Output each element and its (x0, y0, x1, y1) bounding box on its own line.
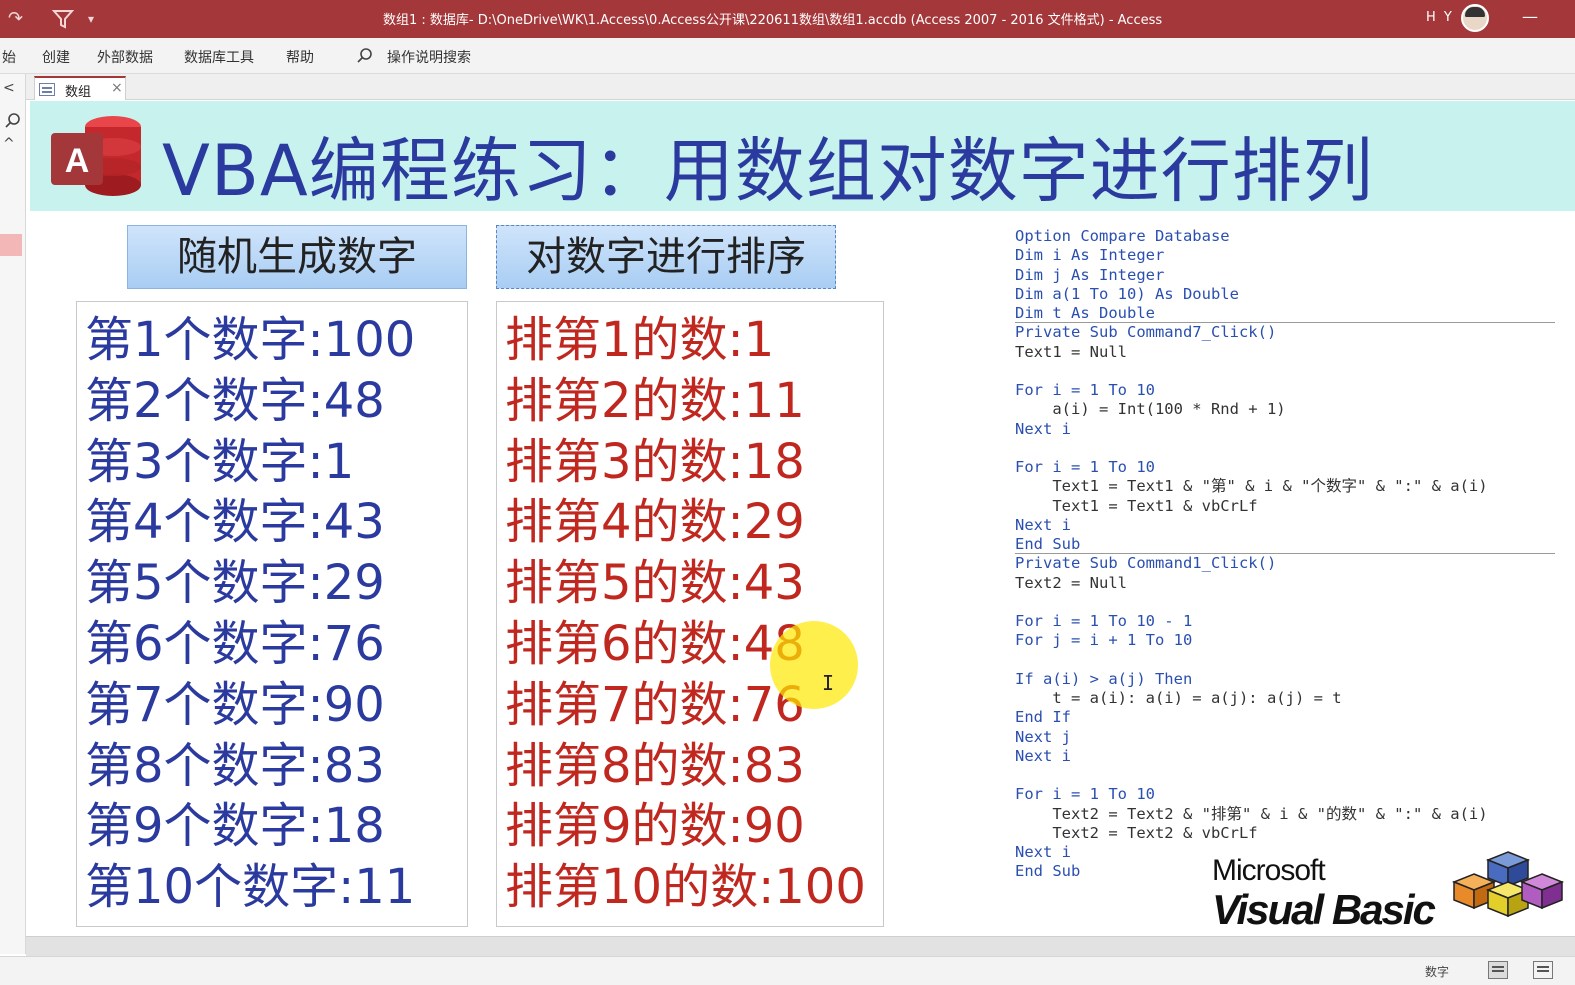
code-line: For j = i + 1 To 10 (1015, 631, 1193, 650)
text2-line: 排第2的数:11 (505, 372, 805, 429)
svg-text:A: A (65, 142, 90, 180)
code-line: Dim a(1 To 10) As Double (1015, 284, 1239, 303)
code-line: Next i (1015, 746, 1071, 765)
code-line: Text1 = Text1 & "第" & i & "个数字" & ":" & … (1015, 477, 1488, 496)
code-line: Private Sub Command7_Click() (1015, 323, 1277, 342)
code-line: Text1 = Null (1015, 342, 1127, 361)
form-view-icon[interactable] (1488, 961, 1508, 979)
code-line: End If (1015, 708, 1071, 727)
text1-random-numbers[interactable]: 第1个数字:100 第2个数字:48 第3个数字:1 第4个数字:43 第5个数… (76, 301, 468, 927)
status-bar: 数字 (0, 956, 1575, 985)
code-line: Dim i As Integer (1015, 246, 1165, 265)
document-tab-bar: 数组 × (26, 74, 1575, 100)
code-line: Dim t As Double (1015, 304, 1555, 324)
code-line: End Sub (1015, 535, 1555, 555)
tab-help[interactable]: 帮助 (286, 47, 314, 67)
tab-create[interactable]: 创建 (42, 47, 70, 67)
text2-line: 排第10的数:100 (505, 859, 866, 916)
vba-code-listing: Option Compare Database Dim i As Integer… (1015, 227, 1555, 882)
nav-object-marker[interactable] (0, 234, 22, 256)
code-line: Text2 = Null (1015, 573, 1127, 592)
text2-line: 排第1的数:1 (505, 312, 775, 368)
code-line: Dim j As Integer (1015, 265, 1165, 284)
text1-line: 第3个数字:1 (85, 433, 355, 490)
text2-sorted-numbers[interactable]: 排第1的数:1 排第2的数:11 排第3的数:18 排第4的数:29 排第5的数… (496, 301, 884, 927)
layout-view-icon[interactable] (1533, 961, 1553, 979)
code-line: Private Sub Command1_Click() (1015, 554, 1277, 573)
minimize-button[interactable]: — (1520, 7, 1540, 26)
code-line: For i = 1 To 10 - 1 (1015, 612, 1193, 630)
text2-line: 排第4的数:29 (505, 494, 805, 551)
text1-line: 第2个数字:48 (85, 372, 385, 429)
chevron-left-icon[interactable]: < (3, 80, 15, 96)
code-line: For i = 1 To 10 (1015, 785, 1155, 804)
code-line: Text2 = Text2 & "排第" & i & "的数" & ":" & … (1015, 804, 1488, 823)
code-line: Next j (1015, 727, 1071, 746)
vb-logo-product: Visual Basic (1212, 886, 1436, 933)
form-view: A VBA编程练习：用数组对数字进行排列 随机生成数字 对数字进行排序 第1个数… (30, 101, 1575, 936)
text1-line: 第10个数字:11 (85, 859, 416, 916)
document-tab[interactable]: 数组 × (34, 76, 126, 100)
avatar[interactable] (1461, 4, 1489, 32)
code-line: Next i (1015, 515, 1071, 534)
code-line: For i = 1 To 10 (1015, 381, 1155, 399)
text1-line: 第5个数字:29 (85, 555, 385, 612)
form-title: VBA编程练习：用数组对数字进行排列 (162, 130, 1374, 212)
code-line: a(i) = Int(100 * Rnd + 1) (1015, 400, 1286, 419)
vb-cubes-icon (1451, 851, 1565, 918)
text1-line: 第7个数字:90 (85, 676, 385, 733)
title-bar: ↷ ▾ 数组1 : 数据库- D:\OneDrive\WK\1.Access\0… (0, 0, 1575, 38)
close-icon[interactable]: × (111, 80, 123, 96)
cursor-highlight (770, 621, 858, 709)
tell-me-search[interactable]: 操作说明搜索 (387, 47, 471, 67)
code-line: t = a(i): a(i) = a(j): a(j) = t (1015, 689, 1342, 707)
customize-toolbar-icon[interactable]: ▾ (88, 12, 94, 26)
filter-icon[interactable] (52, 8, 74, 30)
code-line: Option Compare Database (1015, 227, 1230, 245)
text2-line: 排第5的数:43 (505, 555, 805, 612)
tab-database-tools[interactable]: 数据库工具 (184, 47, 254, 67)
visual-basic-logo: Microsoft Visual Basic (1210, 846, 1570, 936)
user-initials: H Y (1426, 10, 1454, 25)
text1-line: 第6个数字:76 (85, 615, 385, 672)
code-line: For i = 1 To 10 (1015, 458, 1155, 476)
text2-line: 排第8的数:83 (505, 737, 805, 794)
document-tab-label: 数组 (65, 85, 92, 100)
redo-icon[interactable]: ↷ (8, 8, 23, 29)
access-logo-icon: A (51, 116, 141, 196)
navigation-pane-collapsed[interactable]: < ^ (0, 74, 26, 954)
text1-line: 第8个数字:83 (85, 737, 385, 794)
text1-line: 第1个数字:100 (85, 312, 416, 368)
chevron-up-icon[interactable]: ^ (3, 136, 15, 152)
text2-line: 排第3的数:18 (505, 433, 805, 490)
code-line: Text2 = Text2 & vbCrLf (1015, 823, 1258, 842)
vb-logo-company: Microsoft (1212, 854, 1326, 887)
code-line: Text1 = Text1 & vbCrLf (1015, 496, 1258, 515)
form-icon (39, 83, 55, 96)
code-line: Next i (1015, 419, 1071, 438)
tab-home[interactable]: 始 (2, 47, 16, 67)
form-header: A VBA编程练习：用数组对数字进行排列 (30, 101, 1575, 212)
status-num-lock: 数字 (1425, 965, 1450, 979)
text-cursor-icon: I (822, 671, 835, 695)
tab-external-data[interactable]: 外部数据 (97, 47, 153, 67)
code-line: If a(i) > a(j) Then (1015, 669, 1193, 688)
text1-line: 第9个数字:18 (85, 798, 385, 855)
horizontal-scrollbar[interactable] (26, 936, 1575, 956)
search-icon[interactable] (4, 112, 22, 130)
sort-numbers-button[interactable]: 对数字进行排序 (496, 225, 836, 289)
text1-line: 第4个数字:43 (85, 494, 385, 551)
search-icon[interactable] (356, 47, 374, 65)
generate-random-numbers-button[interactable]: 随机生成数字 (127, 225, 467, 289)
text2-line: 排第9的数:90 (505, 798, 805, 855)
window-title: 数组1 : 数据库- D:\OneDrive\WK\1.Access\0.Acc… (383, 13, 1163, 28)
ribbon-menu: 始 创建 外部数据 数据库工具 帮助 操作说明搜索 (0, 38, 1575, 74)
